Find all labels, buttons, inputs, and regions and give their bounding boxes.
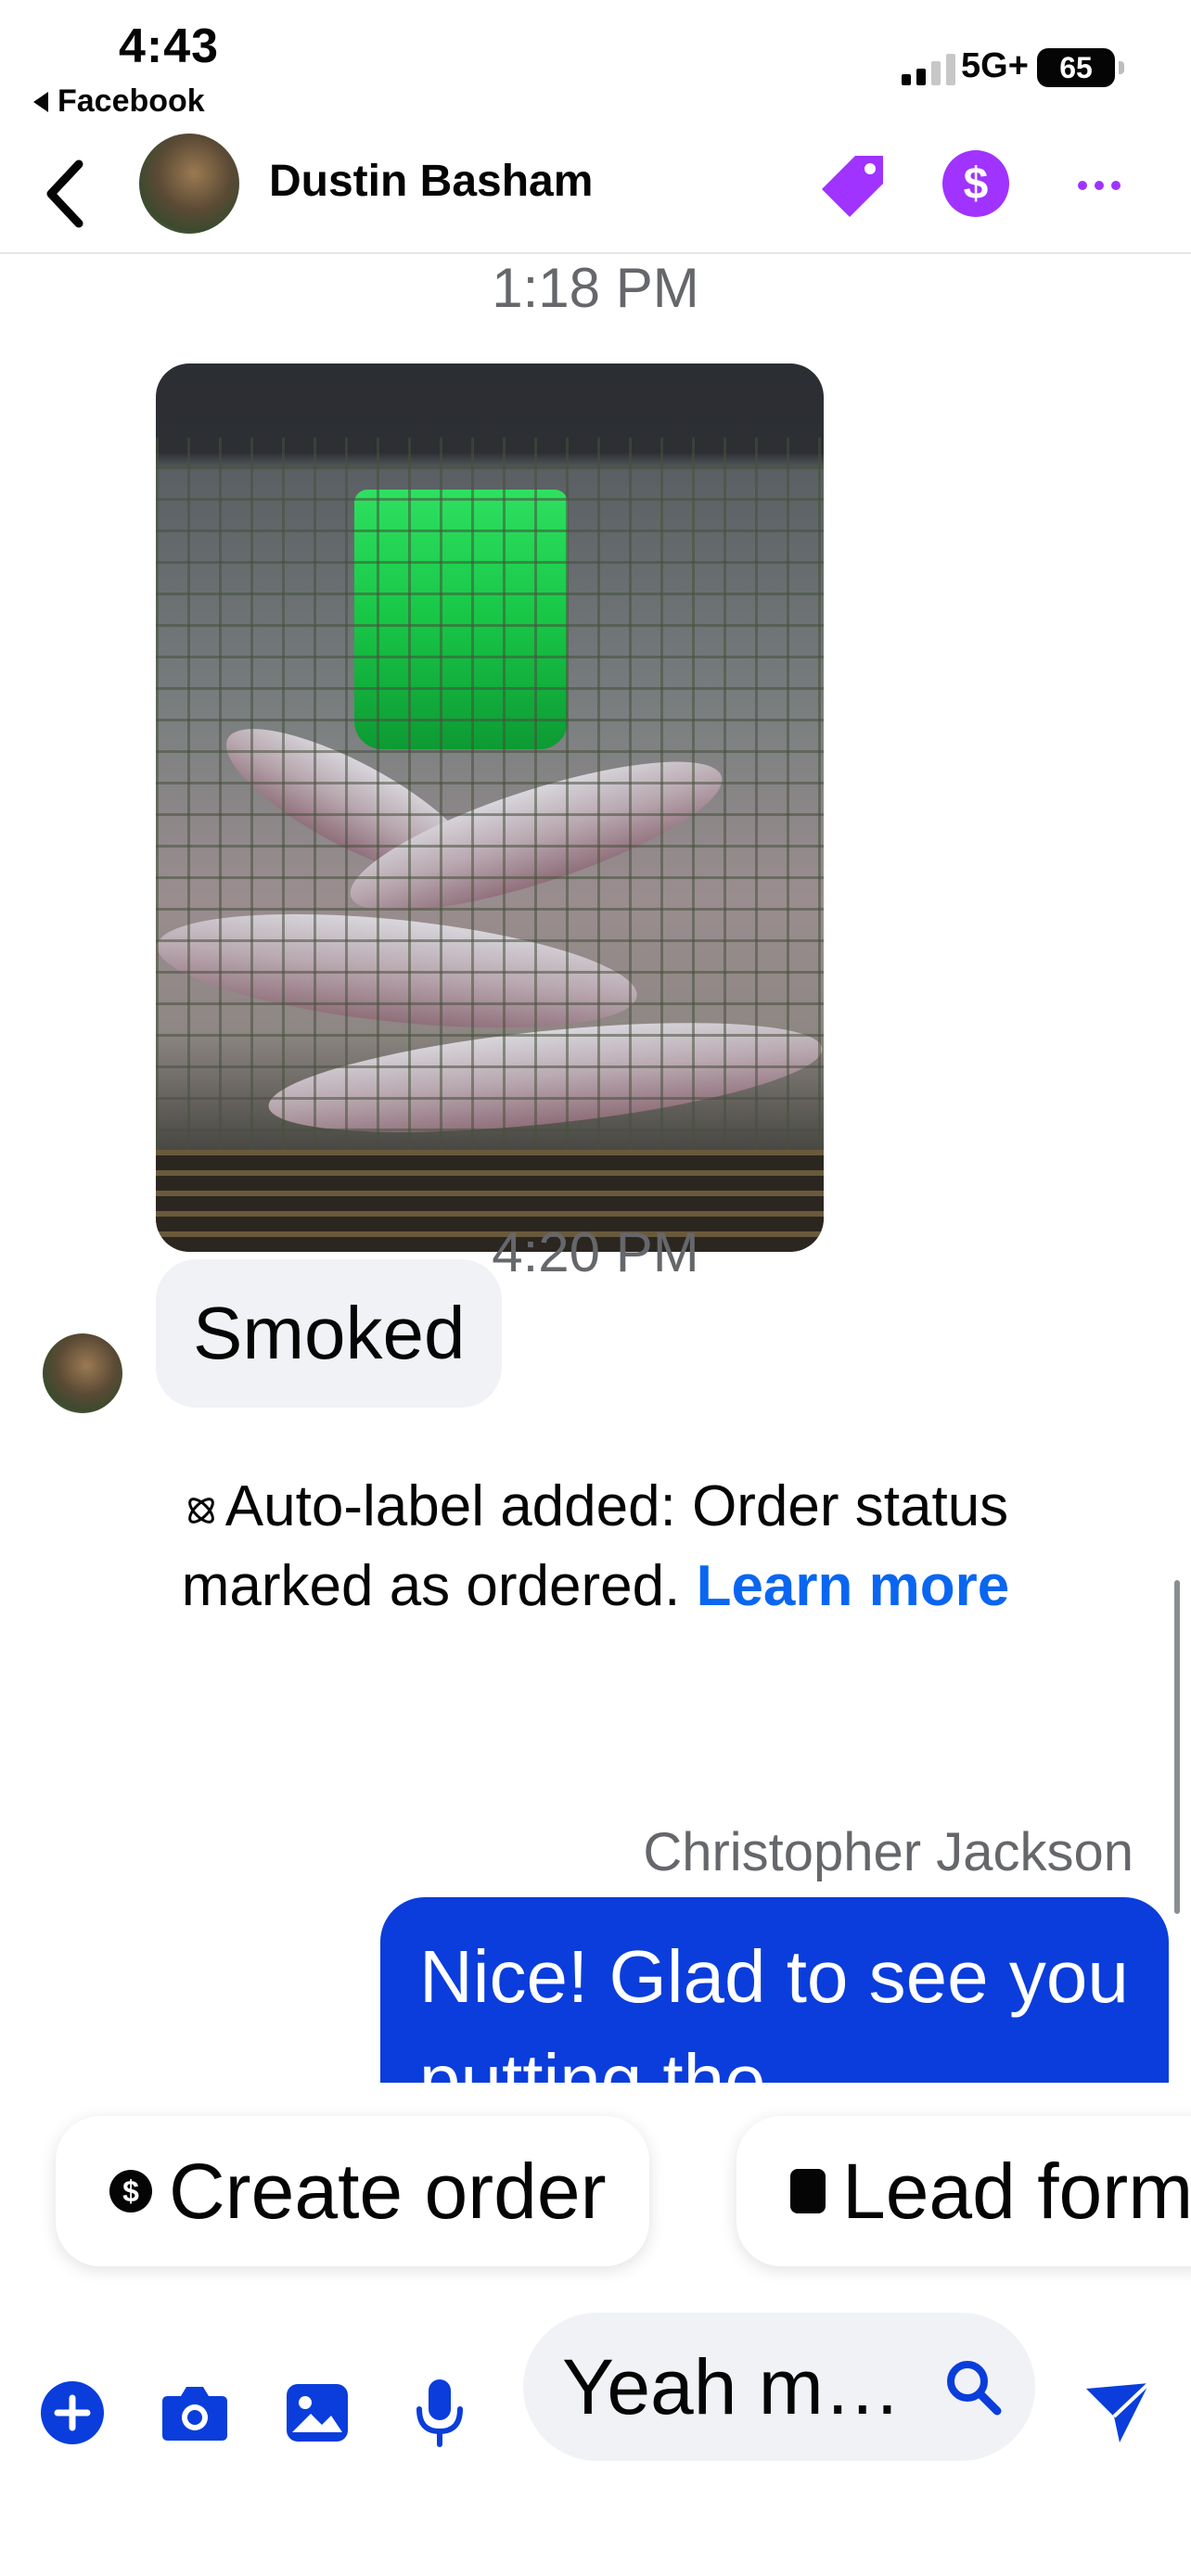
quick-action-chips: $ Create order Lead form bbox=[0, 2083, 1191, 2287]
chevron-left-icon bbox=[46, 159, 83, 228]
auto-label-notice: Auto-label added: Order status marked as… bbox=[111, 1467, 1080, 1626]
more-dot-icon bbox=[1111, 181, 1121, 190]
label-tag-button[interactable] bbox=[816, 148, 890, 223]
more-options-button[interactable] bbox=[1067, 158, 1132, 213]
message-input-text[interactable]: Yeah m… bbox=[562, 2342, 931, 2432]
microphone-icon bbox=[416, 2379, 463, 2447]
send-icon bbox=[1086, 2381, 1151, 2442]
image-gallery-icon bbox=[287, 2384, 348, 2442]
more-dot-icon bbox=[1078, 181, 1087, 190]
tag-icon bbox=[822, 156, 883, 217]
incoming-photo-attachment[interactable] bbox=[156, 363, 824, 1252]
status-bar: 4:43 Facebook 5G+ 65 bbox=[0, 0, 1191, 130]
outgoing-sender-name: Christopher Jackson bbox=[643, 1822, 1133, 1882]
back-button[interactable] bbox=[28, 152, 102, 236]
message-timestamp: 1:18 PM bbox=[492, 257, 699, 319]
battery-tip bbox=[1119, 61, 1124, 74]
form-icon bbox=[790, 2169, 826, 2213]
contact-name[interactable]: Dustin Basham bbox=[269, 156, 593, 207]
camera-button[interactable] bbox=[158, 2376, 232, 2450]
back-to-app-link[interactable]: Facebook bbox=[33, 83, 205, 120]
back-triangle-icon bbox=[33, 91, 48, 112]
network-type: 5G+ bbox=[961, 46, 1029, 85]
search-icon[interactable] bbox=[931, 2345, 1015, 2429]
battery-icon: 65 bbox=[1037, 48, 1115, 87]
back-app-label: Facebook bbox=[58, 83, 205, 119]
more-dot-icon bbox=[1095, 181, 1104, 190]
camera-icon bbox=[162, 2387, 227, 2441]
message-thread[interactable]: 1:18 PM Smoked Auto-label added: Order s… bbox=[0, 256, 1191, 2083]
message-input[interactable]: Yeah m… bbox=[523, 2313, 1035, 2461]
add-button[interactable] bbox=[35, 2376, 109, 2450]
status-time: 4:43 bbox=[119, 19, 220, 73]
chip-label: Create order bbox=[169, 2147, 607, 2235]
photo-cage-mesh bbox=[156, 438, 824, 1196]
contact-avatar[interactable] bbox=[139, 134, 239, 234]
send-button[interactable] bbox=[1076, 2376, 1159, 2450]
thread-scrollbar[interactable] bbox=[1174, 1580, 1180, 1914]
voice-button[interactable] bbox=[403, 2376, 477, 2450]
dollar-icon: $ bbox=[109, 2170, 152, 2213]
payment-dollar-button[interactable]: $ bbox=[942, 150, 1009, 217]
chip-label: Lead form bbox=[842, 2147, 1191, 2235]
signal-strength-icon bbox=[902, 54, 955, 85]
message-timestamp: 4:20 PM bbox=[492, 1221, 699, 1283]
lead-form-chip[interactable]: Lead form bbox=[736, 2116, 1191, 2266]
plus-circle-icon bbox=[41, 2381, 104, 2444]
gallery-button[interactable] bbox=[280, 2376, 354, 2450]
ai-atom-icon bbox=[187, 1497, 214, 1524]
message-composer: Yeah m… bbox=[0, 2287, 1191, 2576]
outgoing-message-bubble[interactable]: Nice! Glad to see you putting the bbox=[380, 1897, 1169, 2083]
sender-avatar[interactable] bbox=[43, 1333, 122, 1413]
conversation-header: Dustin Basham $ bbox=[0, 130, 1191, 254]
learn-more-link[interactable]: Learn more bbox=[697, 1554, 1010, 1618]
create-order-chip[interactable]: $ Create order bbox=[56, 2116, 649, 2266]
